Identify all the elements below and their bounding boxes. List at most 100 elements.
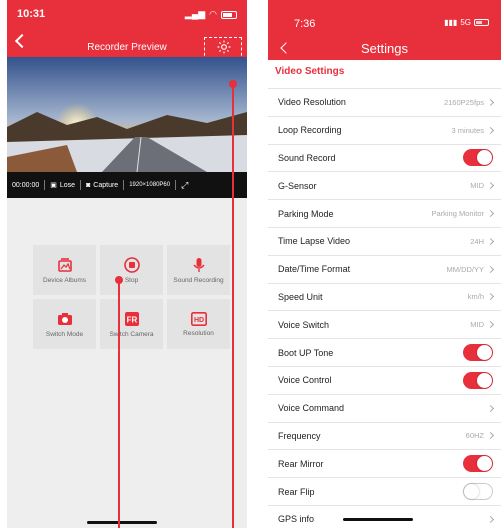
setting-name: G-Sensor	[278, 180, 317, 191]
settings-row[interactable]: Sound Record	[268, 143, 501, 172]
stop-icon	[123, 256, 140, 273]
settings-row[interactable]: Time Lapse Video 24H	[268, 226, 501, 255]
chevron-right-icon	[486, 98, 495, 106]
toggle-switch[interactable]	[463, 344, 493, 362]
setting-name: GPS info	[278, 514, 315, 525]
settings-row[interactable]: Rear Mirror	[268, 449, 501, 477]
status-time: 10:31	[17, 8, 46, 20]
page-title: Settings	[361, 41, 408, 56]
setting-control: MID	[470, 320, 495, 329]
setting-value: 3 minutes	[451, 125, 484, 135]
settings-row[interactable]: Voice Command	[268, 393, 501, 422]
lose-button[interactable]: ▣ Lose	[45, 181, 80, 190]
setting-control: Parking Monitor	[431, 209, 495, 218]
setting-control	[463, 483, 493, 501]
video-preview[interactable]	[7, 57, 247, 172]
setting-control: MM/DD/YY	[446, 264, 495, 274]
status-time: 7:36	[294, 18, 316, 30]
setting-name: Loop Recording	[278, 125, 342, 136]
setting-value: 2160P25fps	[443, 97, 484, 107]
device-albums-button[interactable]: Device Albums	[33, 245, 96, 295]
setting-control	[463, 455, 493, 473]
network-label: 5G	[460, 18, 471, 27]
setting-name: Voice Switch	[278, 319, 330, 330]
settings-screen: 7:36 ▮▮▮ 5G Settings Video Settings Vide…	[268, 0, 501, 528]
callout-line	[118, 282, 120, 528]
settings-row[interactable]: Frequency 60HZ	[268, 421, 501, 450]
setting-value: MID	[470, 181, 484, 191]
recorder-preview-screen: 10:31 ▂▄▆ ◠ Recorder Preview 00:00:00 ▣ …	[7, 0, 247, 528]
setting-name: Video Resolution	[278, 97, 346, 108]
switch-camera-icon: FR	[124, 311, 139, 326]
setting-value: km/h	[467, 292, 484, 302]
settings-row[interactable]: Voice Switch MID	[268, 310, 501, 338]
chevron-right-icon	[486, 182, 495, 190]
fullscreen-button[interactable]: ⤢	[176, 180, 193, 191]
settings-row[interactable]: Speed Unit km/h	[268, 282, 501, 311]
setting-name: Rear Flip	[278, 486, 315, 497]
wifi-icon: ◠	[209, 9, 217, 19]
timer: 00:00:00	[12, 181, 40, 189]
capture-button[interactable]: ◙ Capture	[81, 182, 123, 189]
settings-row[interactable]: Rear Flip	[268, 477, 501, 505]
settings-row[interactable]: G-Sensor MID	[268, 171, 501, 199]
home-indicator	[87, 521, 157, 524]
camera-icon: ◙	[86, 181, 91, 189]
settings-row[interactable]: Boot UP Tone	[268, 338, 501, 366]
settings-row[interactable]: Date/Time Format MM/DD/YY	[268, 254, 501, 283]
setting-name: Sound Record	[278, 152, 336, 163]
setting-name: Boot UP Tone	[278, 347, 334, 358]
setting-name: Rear Mirror	[278, 458, 324, 469]
setting-control	[463, 149, 493, 167]
setting-control	[486, 404, 495, 412]
tile-label: Device Albums	[43, 276, 86, 284]
sound-recording-button[interactable]: Sound Recording	[167, 245, 230, 295]
chevron-right-icon	[486, 321, 495, 329]
fullscreen-icon: ⤢	[181, 179, 189, 190]
tile-label: Resolution	[183, 329, 214, 337]
header-bar: 7:36 ▮▮▮ 5G Settings	[268, 0, 501, 60]
setting-value: MM/DD/YY	[446, 264, 485, 274]
stop-button[interactable]: Stop	[100, 245, 163, 295]
settings-row[interactable]: Video Resolution 2160P25fps	[268, 88, 501, 116]
settings-row[interactable]: Parking Mode Parking Monitor	[268, 199, 501, 227]
signal-icon: ▮▮▮	[444, 18, 458, 27]
setting-control: km/h	[467, 292, 495, 302]
tile-label: Sound Recording	[173, 276, 224, 284]
setting-control: 2160P25fps	[443, 97, 495, 107]
svg-text:FR: FR	[126, 315, 137, 324]
switch-camera-button[interactable]: FR Switch Camera	[100, 299, 163, 349]
tile-label: Switch Mode	[45, 330, 84, 338]
settings-list: Video Resolution 2160P25fps Loop Recording…	[268, 88, 501, 528]
chevron-right-icon	[486, 265, 495, 273]
chevron-right-icon	[486, 210, 495, 218]
signal-icon: ▂▄▆	[184, 9, 206, 19]
toggle-switch[interactable]	[463, 371, 493, 389]
setting-name: Date/Time Format	[278, 264, 351, 275]
settings-row[interactable]: Voice Control	[268, 365, 501, 394]
toggle-switch[interactable]	[463, 149, 493, 167]
microphone-icon	[192, 257, 205, 272]
recording-controls: 00:00:00 ▣ Lose ◙ Capture 1920×1080P60 ⤢	[7, 172, 247, 198]
status-icons: ▂▄▆ ◠	[185, 9, 237, 20]
chevron-right-icon	[486, 293, 495, 301]
home-indicator	[343, 518, 413, 521]
tile-label: Switch Camera	[109, 330, 154, 338]
status-icons: ▮▮▮ 5G	[444, 18, 489, 27]
setting-control: MID	[470, 181, 495, 191]
settings-row[interactable]: Loop Recording 3 minutes	[268, 115, 501, 144]
switch-mode-button[interactable]: Switch Mode	[33, 299, 96, 349]
battery-icon	[474, 19, 489, 26]
toggle-switch[interactable]	[463, 483, 493, 501]
setting-name: Speed Unit	[278, 291, 323, 302]
setting-name: Parking Mode	[278, 208, 334, 219]
function-grid: Device Albums Stop Sound Recording Switc…	[33, 245, 230, 349]
setting-control: 24H	[470, 236, 495, 246]
resolution-button[interactable]: HD Resolution	[167, 299, 230, 349]
toggle-switch[interactable]	[463, 455, 493, 473]
setting-control	[463, 344, 493, 362]
setting-value: 24H	[470, 236, 484, 246]
callout-dot	[229, 80, 237, 88]
settings-row[interactable]: GPS info	[268, 504, 501, 528]
resolution-label: 1920×1080P60	[129, 182, 171, 188]
